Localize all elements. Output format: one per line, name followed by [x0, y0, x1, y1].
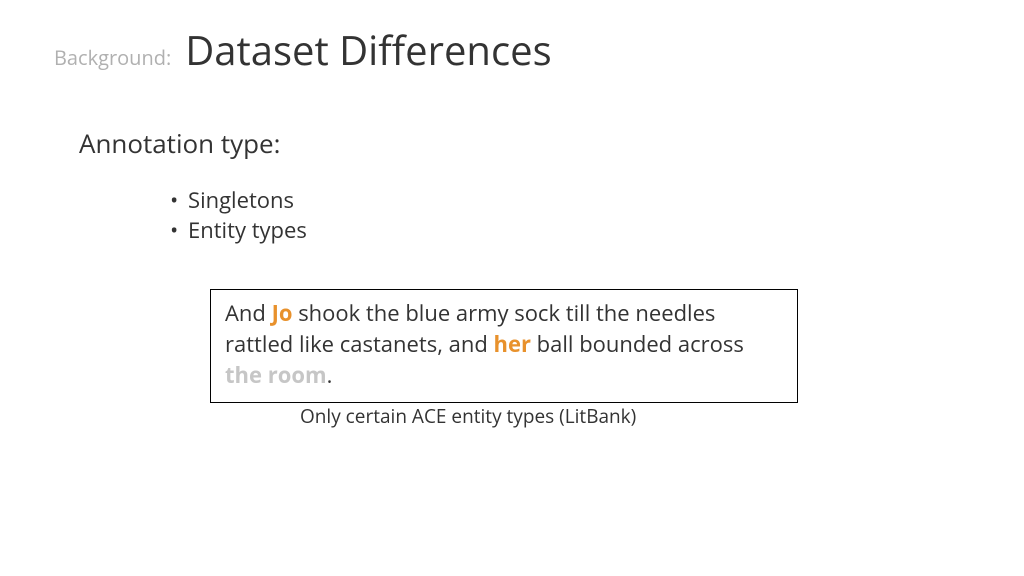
highlight-entity: Jo [272, 298, 293, 328]
bullet-item: Entity types [170, 216, 307, 246]
title-row: Background: Dataset Differences [54, 22, 552, 77]
page-title: Dataset Differences [185, 22, 551, 77]
highlight-muted: the room [225, 360, 327, 390]
example-box: And Jo shook the blue army sock till the… [210, 289, 798, 403]
highlight-entity: her [494, 329, 531, 359]
slide: Background: Dataset Differences Annotati… [0, 0, 1024, 576]
bullet-item: Singletons [170, 186, 307, 216]
example-text: And [225, 298, 272, 328]
section-heading: Annotation type: [79, 125, 281, 161]
example-caption: Only certain ACE entity types (LitBank) [300, 403, 636, 429]
kicker: Background: [54, 44, 171, 71]
bullet-list: Singletons Entity types [130, 186, 307, 245]
example-text: . [327, 360, 333, 390]
example-text: ball bounded across [531, 329, 744, 359]
